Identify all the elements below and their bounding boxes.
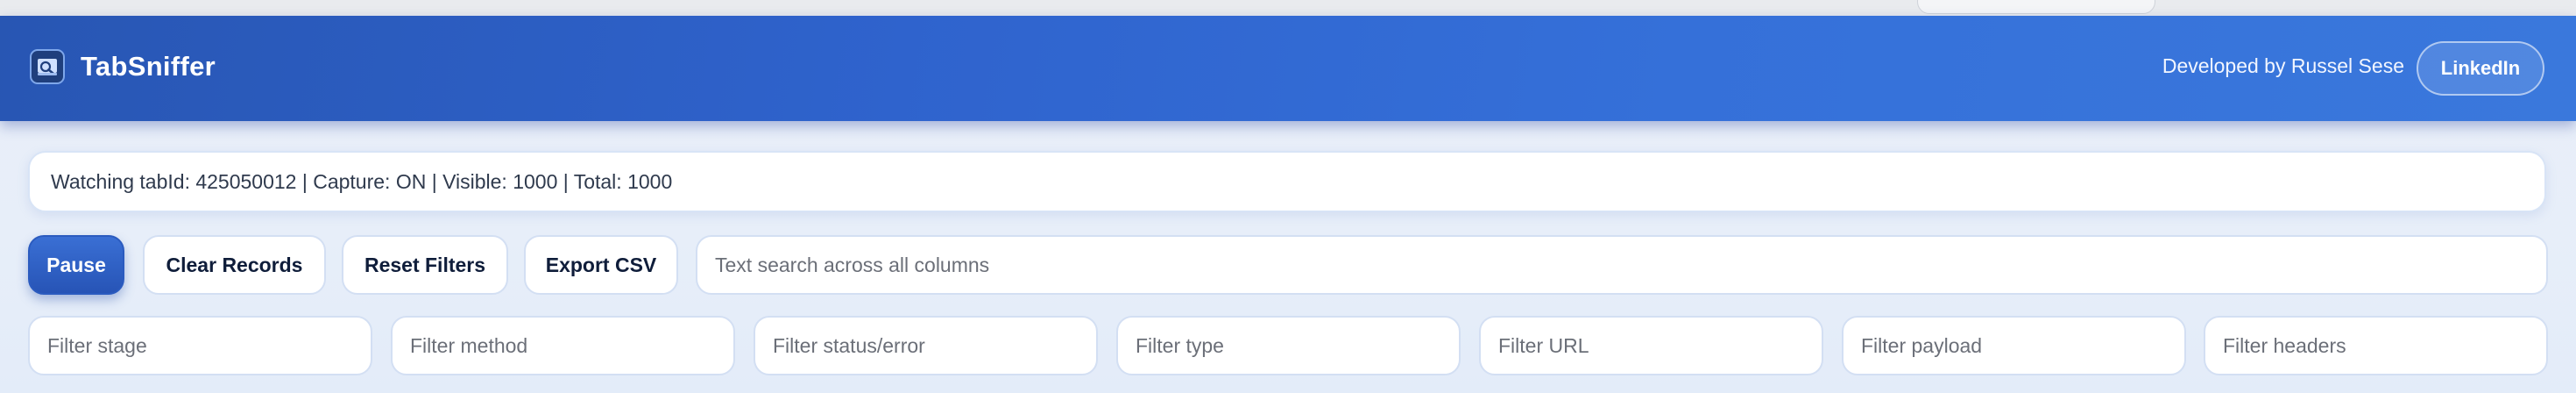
reset-filters-button[interactable]: Reset Filters [342, 235, 508, 295]
export-csv-button[interactable]: Export CSV [524, 235, 678, 295]
filter-payload-input[interactable] [1842, 316, 2186, 375]
linkedin-button[interactable]: LinkedIn [2417, 41, 2544, 96]
filter-row [28, 316, 2548, 375]
spy-glass-logo-icon [30, 49, 65, 84]
app-header: TabSniffer Developed by Russel Sese Link… [0, 16, 2576, 121]
app-title: TabSniffer [81, 51, 216, 82]
filter-type-input[interactable] [1116, 316, 1461, 375]
brand: TabSniffer [30, 49, 216, 84]
browser-address-pill[interactable] [1917, 0, 2155, 14]
clear-records-button[interactable]: Clear Records [143, 235, 326, 295]
status-text: Watching tabId: 425050012 | Capture: ON … [51, 169, 673, 193]
filter-headers-input[interactable] [2204, 316, 2548, 375]
browser-chrome-strip [0, 0, 2576, 17]
toolbar: Pause Clear Records Reset Filters Export… [28, 235, 2548, 295]
filter-status-input[interactable] [754, 316, 1098, 375]
filter-method-input[interactable] [391, 316, 735, 375]
developer-credit: Developed by Russel Sese [2162, 54, 2404, 77]
filter-stage-input[interactable] [28, 316, 372, 375]
pause-button[interactable]: Pause [28, 235, 124, 295]
filter-url-input[interactable] [1479, 316, 1823, 375]
status-bar: Watching tabId: 425050012 | Capture: ON … [28, 151, 2546, 212]
search-input[interactable] [696, 235, 2548, 295]
